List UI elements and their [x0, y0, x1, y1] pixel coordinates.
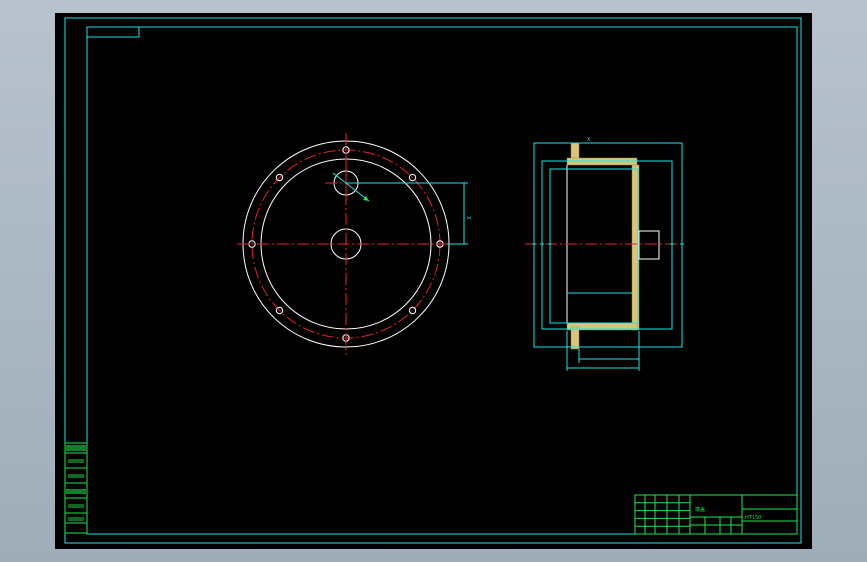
flange-section-bottom [570, 326, 580, 350]
title-block-grid [635, 495, 732, 534]
side-table-cell [66, 445, 86, 451]
front-view: X [237, 133, 471, 355]
cad-window: X X 端盖 HT150 [0, 0, 867, 562]
dim-label-flange: X [587, 137, 591, 143]
dim-leader-oil-hole [332, 172, 370, 202]
material-label: HT150 [745, 515, 761, 521]
outer-frame [64, 17, 802, 544]
cad-drawing-area[interactable]: X X 端盖 HT150 [55, 13, 812, 549]
side-table-cell [68, 504, 84, 508]
bolt-hole [408, 306, 417, 315]
cad-drawing-svg: X X 端盖 HT150 [64, 17, 802, 544]
bore-boss [638, 230, 660, 260]
title-block: 端盖 HT150 [634, 494, 798, 535]
side-table-cell [66, 489, 86, 494]
dim-label-vertical: X [465, 216, 471, 220]
dim-box-inner [549, 168, 639, 324]
part-title: 端盖 [695, 506, 705, 513]
side-table-cell [68, 474, 84, 478]
section-view: X [525, 137, 685, 371]
dim-box-mid [541, 160, 673, 330]
side-table [64, 442, 88, 534]
side-table-cell [68, 517, 84, 521]
side-table-cell [68, 459, 84, 463]
title-block-frame [634, 494, 798, 535]
drawing-number-box [86, 26, 140, 38]
dim-box-outer [533, 142, 683, 348]
